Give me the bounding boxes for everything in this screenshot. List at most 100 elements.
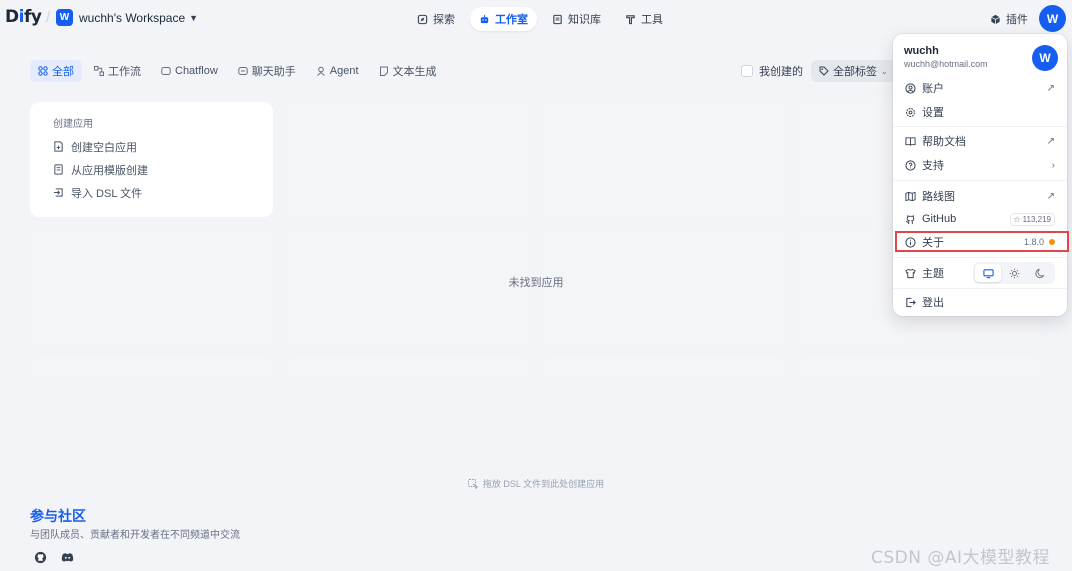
menu-item-settings[interactable]: 设置	[899, 102, 1061, 122]
app-type-filters: 全部 工作流 Chatflow 聊天助手 Agent 文本生成	[30, 60, 445, 82]
user-circle-icon	[905, 82, 916, 94]
robot-icon	[480, 14, 489, 23]
tag-icon	[819, 66, 829, 76]
github-icon	[905, 214, 915, 224]
grid-icon	[38, 66, 48, 76]
dify-logo[interactable]: Dify	[5, 7, 42, 27]
tab-studio-label: 工作室	[495, 14, 528, 26]
account-dropdown-menu: wuchh wuchh@hotmail.com W 账户 ↗ 设置 帮助文档 ↗…	[893, 34, 1067, 316]
filter-chatflow-label: Chatflow	[175, 65, 218, 77]
star-icon: ☆	[1013, 214, 1021, 224]
menu-avatar: W	[1032, 45, 1058, 71]
menu-item-support-label: 支持	[922, 160, 944, 172]
create-app-card: 创建应用 创建空白应用 从应用模版创建 导入 DSL 文件	[30, 102, 273, 217]
logo-text-fy: fy	[23, 7, 42, 27]
theme-system-button[interactable]	[975, 264, 1001, 282]
import-dsl-button[interactable]: 导入 DSL 文件	[53, 184, 250, 201]
tab-tools[interactable]: 工具	[616, 7, 672, 31]
created-by-me-toggle[interactable]: 我创建的	[741, 63, 803, 79]
community-title: 参与社区	[30, 508, 86, 524]
filter-agent-label: Agent	[329, 65, 359, 77]
menu-item-account[interactable]: 账户 ↗	[899, 78, 1061, 98]
create-blank-app-button[interactable]: 创建空白应用	[53, 138, 250, 155]
workspace-switcher[interactable]: W wuchh's Workspace ▼	[56, 9, 198, 26]
menu-divider	[893, 288, 1067, 289]
external-link-icon: ↗	[1046, 190, 1055, 202]
community-links	[34, 551, 74, 564]
file-drop-icon	[467, 478, 478, 489]
map-icon	[905, 191, 916, 201]
plugin-label: 插件	[1006, 14, 1028, 26]
dsl-drop-hint: 拖放 DSL 文件到此处创建应用	[0, 477, 1072, 490]
menu-item-support[interactable]: 支持 ›	[899, 155, 1061, 175]
created-by-me-label: 我创建的	[759, 66, 803, 78]
menu-divider	[893, 180, 1067, 181]
filter-agent[interactable]: Agent	[308, 60, 367, 82]
filter-workflow[interactable]: 工作流	[86, 60, 149, 82]
cube-icon	[991, 14, 1000, 24]
filter-text-generation[interactable]: 文本生成	[371, 60, 445, 82]
create-from-template-label: 从应用模版创建	[71, 164, 148, 177]
filter-chatbot[interactable]: 聊天助手	[230, 60, 304, 82]
created-by-me-checkbox[interactable]	[741, 65, 753, 77]
sun-icon	[1009, 268, 1019, 278]
menu-item-logout[interactable]: 登出	[899, 292, 1061, 312]
filter-chatflow[interactable]: Chatflow	[153, 60, 226, 82]
menu-user-name: wuchh	[904, 45, 939, 57]
user-avatar-button[interactable]: W	[1039, 5, 1066, 32]
chat-bubble-icon	[161, 67, 171, 75]
tab-explore[interactable]: 探索	[408, 7, 464, 31]
import-dsl-label: 导入 DSL 文件	[71, 187, 143, 200]
plugin-button[interactable]: 插件	[990, 11, 1028, 27]
document-icon	[379, 66, 388, 76]
menu-item-github-label: GitHub	[922, 213, 957, 225]
nav-divider: /	[46, 9, 51, 26]
template-icon	[54, 164, 63, 175]
theme-light-button[interactable]	[1001, 264, 1027, 282]
hammer-icon	[626, 14, 635, 24]
tab-tools-label: 工具	[641, 14, 663, 26]
import-icon	[53, 188, 63, 197]
external-link-icon: ↗	[1046, 135, 1055, 147]
menu-item-logout-label: 登出	[922, 297, 944, 309]
menu-item-account-label: 账户	[922, 83, 944, 95]
community-description: 与团队成员、贡献者和开发者在不同频道中交流	[30, 530, 240, 541]
menu-user-info: wuchh wuchh@hotmail.com	[904, 45, 988, 69]
menu-divider	[893, 257, 1067, 258]
menu-item-help-docs-label: 帮助文档	[922, 136, 966, 148]
filter-all-label: 全部	[52, 66, 74, 78]
menu-item-roadmap[interactable]: 路线图 ↗	[899, 186, 1061, 206]
create-app-title: 创建应用	[53, 119, 93, 130]
tab-knowledge[interactable]: 知识库	[543, 7, 610, 31]
shirt-icon	[905, 268, 916, 278]
create-from-template-button[interactable]: 从应用模版创建	[53, 161, 250, 178]
menu-user-email: wuchh@hotmail.com	[904, 59, 988, 69]
github-icon[interactable]	[34, 551, 47, 564]
moon-icon	[1034, 268, 1044, 278]
question-circle-icon	[905, 159, 916, 171]
file-plus-icon	[54, 141, 63, 152]
monitor-icon	[982, 268, 994, 278]
compass-icon	[417, 14, 428, 24]
chevron-down-icon: ▼	[189, 12, 199, 23]
menu-item-github[interactable]: GitHub ☆ 113,219	[899, 209, 1061, 229]
filter-all[interactable]: 全部	[30, 60, 82, 82]
tab-explore-label: 探索	[433, 14, 455, 26]
tag-filter-select[interactable]: 全部标签 ⌄	[811, 60, 896, 82]
app-card-placeholder	[286, 102, 529, 217]
menu-item-theme: 主题	[899, 262, 1061, 284]
menu-item-help-docs[interactable]: 帮助文档 ↗	[899, 131, 1061, 151]
about-highlight-box	[895, 231, 1069, 252]
gear-icon	[906, 107, 915, 117]
chevron-down-icon: ⌄	[881, 66, 888, 76]
filter-chatbot-label: 聊天助手	[251, 66, 296, 78]
discord-icon[interactable]	[61, 551, 74, 564]
logo-text-d: D	[5, 7, 19, 27]
tab-studio[interactable]: 工作室	[470, 7, 537, 31]
create-blank-app-label: 创建空白应用	[71, 141, 137, 154]
app-card-placeholder	[798, 356, 1041, 456]
theme-dark-button[interactable]	[1027, 264, 1053, 282]
main-tabs: 探索 工作室 知识库 工具	[408, 7, 672, 31]
app-card-placeholder	[542, 356, 785, 456]
menu-item-roadmap-label: 路线图	[922, 191, 955, 203]
